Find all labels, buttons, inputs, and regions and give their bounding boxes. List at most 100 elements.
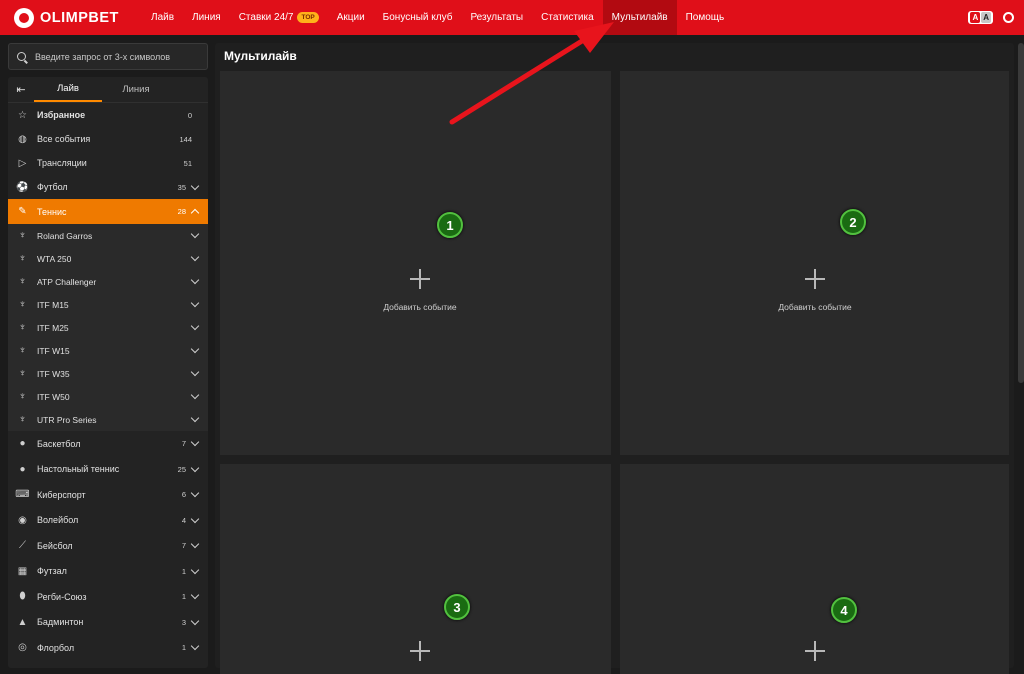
chevron-down-icon[interactable] [190, 298, 200, 308]
chevron-down-icon[interactable] [190, 438, 200, 447]
sidebar-item-football[interactable]: ⚽ Футбол 35 [8, 175, 208, 199]
slot-number-badge: 1 [437, 212, 463, 238]
nav-live[interactable]: Лайв [142, 0, 183, 35]
brand-logo-icon [14, 7, 34, 28]
sidebar-item-tennis[interactable]: ✎ Теннис 28 [8, 199, 208, 224]
tennis-subcategory-item[interactable]: ♆ ITF W35 [8, 362, 208, 385]
brand-logo[interactable]: OLIMPBET [14, 7, 142, 28]
gear-icon[interactable] [1003, 12, 1014, 23]
sidebar-item-label: Все события [37, 134, 91, 144]
multilive-slot-2[interactable]: Добавить событие 2 [620, 71, 1009, 455]
sidebar-item-sport[interactable]: ◉ Волейбол 4 [8, 508, 208, 534]
nav-statistics[interactable]: Статистика [532, 0, 603, 35]
top-badge: TOP [297, 12, 319, 23]
multilive-slot-3[interactable]: 3 [220, 464, 611, 674]
sidebar-item-count: 6 [181, 490, 186, 500]
chevron-down-icon[interactable] [190, 275, 200, 285]
sidebar-item-count: 51 [183, 158, 192, 168]
chevron-down-icon[interactable] [190, 321, 200, 331]
font-size-small[interactable]: A [970, 12, 981, 23]
tennis-subcategory-item[interactable]: ♆ ITF M25 [8, 316, 208, 339]
tennis-subcategory-item[interactable]: ♆ Roland Garros [8, 224, 208, 247]
nav-bonus-club[interactable]: Бонусный клуб [374, 0, 462, 35]
plus-icon[interactable] [805, 641, 825, 661]
nav-line[interactable]: Линия [183, 0, 230, 35]
chevron-down-icon[interactable] [190, 413, 200, 423]
sidebar-item-sport[interactable]: ● Баскетбол 7 [8, 431, 208, 457]
plus-icon[interactable] [410, 641, 430, 661]
chevron-down-icon[interactable] [190, 390, 200, 400]
tennis-subcategory-label: ITF W15 [37, 345, 70, 356]
tennis-racket-icon: ✎ [18, 206, 27, 217]
chevron-down-icon[interactable] [190, 514, 200, 523]
multilive-slot-1[interactable]: Добавить событие 1 [220, 71, 611, 455]
search-input[interactable] [35, 51, 195, 62]
sidebar-item-label: Настольный теннис [37, 464, 120, 475]
collapse-sidebar-icon[interactable]: ⇤ [8, 77, 34, 102]
chevron-down-icon[interactable] [190, 540, 200, 549]
nav-multilive[interactable]: Мультилайв [602, 0, 677, 35]
sidebar-item-sport[interactable]: ▦ Футзал 1 [8, 559, 208, 585]
add-event-label[interactable]: Добавить событие [755, 302, 875, 312]
page-scrollbar[interactable] [1018, 43, 1024, 383]
sidebar-item-label: Баскетбол [37, 438, 81, 449]
sidebar-item-label: Регби-Союз [37, 591, 87, 602]
gamepad-icon: ⌨ [15, 489, 30, 501]
tennis-subcategory-item[interactable]: ♆ ITF W50 [8, 385, 208, 408]
chevron-down-icon[interactable] [190, 344, 200, 354]
sidebar-item-all-events[interactable]: ◍ Все события 144 [8, 127, 208, 151]
trophy-icon: ♆ [18, 391, 27, 402]
sidebar-item-count: 0 [187, 110, 192, 120]
nav-live-label: Лайв [151, 12, 175, 23]
sidebar-item-sport[interactable]: ● Настольный теннис 25 [8, 457, 208, 483]
chevron-down-icon[interactable] [190, 252, 200, 262]
chevron-down-icon[interactable] [190, 565, 200, 574]
slot-number-badge: 4 [831, 597, 857, 623]
sidebar-item-count: 28 [177, 207, 186, 216]
chevron-down-icon[interactable] [190, 229, 200, 239]
sidebar-item-sport[interactable]: ⌨ Киберспорт 6 [8, 482, 208, 508]
plus-icon[interactable] [805, 269, 825, 289]
sidebar-item-sport[interactable]: ⟋ Бейсбол 7 [8, 533, 208, 559]
sidebar-item-sport[interactable]: ▲ Бадминтон 3 [8, 610, 208, 636]
tennis-subcategory-label: ITF W50 [37, 391, 70, 402]
tennis-subcategory-item[interactable]: ♆ WTA 250 [8, 247, 208, 270]
chevron-down-icon[interactable] [190, 463, 200, 472]
multilive-panel: Мультилайв Добавить событие 1 Добавить с… [215, 43, 1014, 674]
sidebar-item-favorites[interactable]: ☆ Избранное 0 [8, 103, 208, 127]
tennis-subcategory-item[interactable]: ♆ ITF M15 [8, 293, 208, 316]
sidebar-item-streams[interactable]: ▷ Трансляции 51 [8, 151, 208, 175]
tennis-subcategory-item[interactable]: ♆ ITF W15 [8, 339, 208, 362]
trophy-icon: ♆ [18, 253, 27, 264]
tennis-subcategory-item[interactable]: ♆ UTR Pro Series [8, 408, 208, 431]
nav-promotions[interactable]: Акции [328, 0, 374, 35]
nav-help[interactable]: Помощь [677, 0, 734, 35]
nav-results[interactable]: Результаты [461, 0, 532, 35]
table-tennis-icon: ● [19, 463, 26, 475]
globe-icon: ◍ [18, 133, 27, 145]
chevron-up-icon[interactable] [190, 208, 200, 218]
tennis-subcategory-item[interactable]: ♆ ATP Challenger [8, 270, 208, 293]
font-size-large[interactable]: A [981, 12, 991, 23]
slot-number-badge: 2 [840, 209, 866, 235]
search-box [8, 43, 208, 70]
sidebar-item-label: Теннис [37, 206, 67, 217]
sidebar-item-sport[interactable]: ⬮ Регби-Союз 1 [8, 584, 208, 610]
nav-bets-24-7[interactable]: Ставки 24/7 TOP [230, 0, 328, 35]
futsal-goal-icon: ▦ [17, 565, 28, 577]
plus-icon[interactable] [410, 269, 430, 289]
page-title: Мультилайв [224, 49, 297, 63]
chevron-down-icon[interactable] [190, 367, 200, 377]
chevron-down-icon[interactable] [190, 181, 200, 190]
chevron-down-icon[interactable] [190, 642, 200, 651]
font-size-toggle[interactable]: A A [968, 11, 993, 24]
sidebar-item-label: Бейсбол [37, 540, 73, 551]
multilive-slot-4[interactable]: 4 [620, 464, 1009, 674]
tab-live[interactable]: Лайв [34, 77, 102, 102]
chevron-down-icon[interactable] [190, 591, 200, 600]
add-event-label[interactable]: Добавить событие [360, 302, 480, 312]
tab-line[interactable]: Линия [102, 77, 170, 102]
sidebar-item-sport[interactable]: ◎ Флорбол 1 [8, 635, 208, 661]
chevron-down-icon[interactable] [190, 616, 200, 625]
chevron-down-icon[interactable] [190, 489, 200, 498]
